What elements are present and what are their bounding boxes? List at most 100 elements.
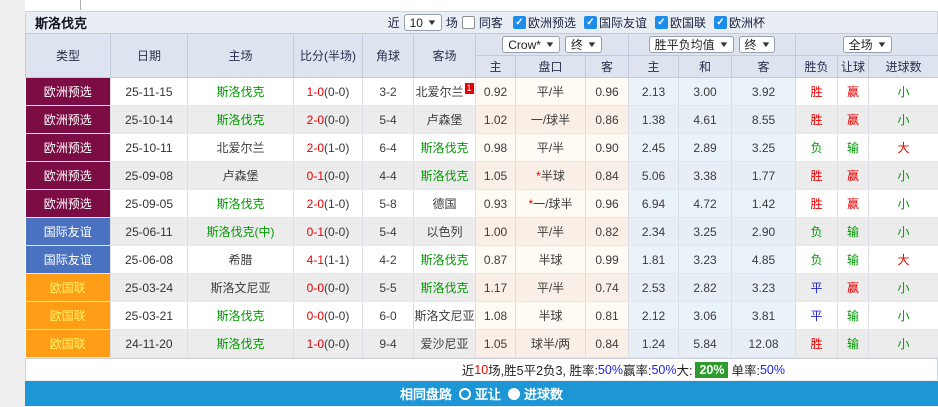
radio-unselected-icon[interactable] — [458, 387, 471, 400]
col-header-handicap: 盘口 — [515, 55, 586, 78]
asia-away-odds-cell: 0.82 — [585, 217, 630, 246]
match-date-cell: 25-11-15 — [110, 77, 188, 106]
col-header-result: 胜负 — [795, 55, 839, 78]
near-label: 近 — [387, 16, 400, 30]
col-header-type: 类型 — [25, 33, 111, 78]
asia-away-odds-cell: 0.81 — [585, 301, 630, 330]
euro-odds-time-select[interactable]: 终 ▼ — [738, 36, 776, 53]
euro-home-odds-cell: 1.38 — [628, 105, 680, 134]
rank-badge: 1 — [464, 83, 474, 94]
result-cell: 胜 — [795, 189, 839, 218]
radio-selected-icon[interactable] — [508, 387, 520, 400]
bookmaker-select[interactable]: Crow* ▼ — [502, 36, 560, 53]
match-history-table: 类型 日期 主场 比分(半场) 角球 客场 Crow* ▼ 终 ▼ 胜平负均值 … — [25, 33, 938, 358]
away-team-name: 卢森堡 — [426, 113, 463, 127]
euro-away-odds-cell: 3.25 — [731, 133, 797, 162]
goals-result-cell: 小 — [868, 105, 938, 134]
table-row: 欧国联 25-03-24 斯洛文尼亚 0-0(0-0) 5-5 斯洛伐克 1.17 平/半 0.… — [25, 273, 938, 302]
euro-away-odds-cell: 3.92 — [731, 77, 797, 106]
col-header-euro-draw: 和 — [678, 55, 733, 78]
handicap-cell: *一/球半 — [515, 189, 586, 218]
col-header-goals: 进球数 — [868, 55, 938, 78]
match-type-cell: 欧国联 — [25, 329, 111, 358]
asia-away-odds-cell: 0.90 — [585, 133, 630, 162]
match-date-cell: 24-11-20 — [110, 329, 188, 358]
match-count-select[interactable]: 10 ▼ — [403, 14, 442, 31]
competition-checkbox[interactable]: ✓ — [654, 16, 668, 29]
euro-home-odds-cell: 5.06 — [628, 161, 680, 190]
match-date-cell: 25-06-11 — [110, 217, 188, 246]
match-date-cell: 25-10-14 — [110, 105, 188, 134]
handicap-cell: 半球 — [515, 301, 586, 330]
match-type-cell: 欧洲预选 — [25, 133, 111, 162]
home-team-name: 斯洛伐克 — [216, 113, 265, 127]
table-row: 欧洲预选 25-10-14 斯洛伐克 2-0(0-0) 5-4 卢森堡 1.02 一/球半 0.… — [25, 105, 938, 134]
col-header-euro-home: 主 — [628, 55, 680, 78]
summary-text: 单率: — [731, 364, 760, 378]
competition-label: 国际友谊 — [598, 16, 647, 30]
match-type-cell: 欧洲预选 — [25, 189, 111, 218]
result-cell: 负 — [795, 217, 839, 246]
competition-checkbox[interactable]: ✓ — [713, 16, 727, 29]
bottom-bar-options: 亚让 进球数 — [458, 384, 563, 403]
scope-select[interactable]: 全场 ▼ — [842, 36, 892, 53]
bottom-option-label[interactable]: 进球数 — [524, 384, 563, 403]
asia-home-odds-cell: 0.92 — [475, 77, 516, 106]
competition-checkbox[interactable]: ✓ — [512, 16, 526, 29]
filter-controls: 近 10 ▼ 场 同客 ✓ 欧洲预选 ✓ 国际友谊 ✓ 欧国联 ✓ 欧洲杯 — [388, 14, 771, 31]
result-cell: 胜 — [795, 161, 839, 190]
asia-away-odds-cell: 0.96 — [585, 189, 630, 218]
asia-home-odds-cell: 1.08 — [475, 301, 516, 330]
home-team-cell: 斯洛伐克(中) — [187, 217, 294, 246]
competition-label: 欧国联 — [669, 16, 706, 30]
home-team-cell: 斯洛伐克 — [187, 105, 294, 134]
euro-home-odds-cell: 1.81 — [628, 245, 680, 274]
competition-checkbox[interactable]: ✓ — [583, 16, 597, 29]
spread-result-cell: 赢 — [837, 161, 870, 190]
score-cell: 1-0(0-0) — [293, 329, 363, 358]
goals-result-cell: 大 — [868, 133, 938, 162]
handicap-cell: 平/半 — [515, 273, 586, 302]
away-team-cell: 斯洛伐克 — [413, 161, 476, 190]
corner-cell: 5-4 — [362, 217, 414, 246]
col-header-corner: 角球 — [362, 33, 414, 78]
away-team-cell: 斯洛伐克 — [413, 245, 476, 274]
euro-home-odds-cell: 2.53 — [628, 273, 680, 302]
result-cell: 负 — [795, 133, 839, 162]
match-type-cell: 欧洲预选 — [25, 161, 111, 190]
asia-odds-time-select[interactable]: 终 ▼ — [564, 36, 602, 53]
handicap-cell: 半球 — [515, 245, 586, 274]
table-row: 欧洲预选 25-11-15 斯洛伐克 1-0(0-0) 3-2 北爱尔兰 1 0.92 平/半 0… — [25, 77, 938, 106]
spread-result-cell: 输 — [837, 245, 870, 274]
euro-home-odds-cell: 2.13 — [628, 77, 680, 106]
home-team-name: 斯洛伐克 — [216, 337, 265, 351]
spread-result-cell: 赢 — [837, 77, 870, 106]
corner-cell: 5-5 — [362, 273, 414, 302]
goals-result-cell: 小 — [868, 161, 938, 190]
match-type-cell: 国际友谊 — [25, 217, 111, 246]
table-row: 欧国联 24-11-20 斯洛伐克 1-0(0-0) 9-4 爱沙尼亚 1.05 球半/两 0.… — [25, 329, 938, 358]
goals-result-cell: 大 — [868, 245, 938, 274]
goals-result-cell: 小 — [868, 217, 938, 246]
chevron-down-icon: ▼ — [875, 39, 888, 49]
result-cell: 胜 — [795, 329, 839, 358]
home-team-name: 斯洛文尼亚 — [210, 281, 271, 295]
away-team-cell: 德国 — [413, 189, 476, 218]
chevron-down-icon: ▼ — [544, 39, 556, 49]
scope-select-value: 全场 — [848, 38, 873, 52]
spread-result-cell: 赢 — [837, 189, 870, 218]
result-cell: 平 — [795, 273, 839, 302]
same-away-label: 同客 — [478, 16, 503, 30]
euro-odds-type-select[interactable]: 胜平负均值 ▼ — [648, 36, 734, 53]
table-row: 欧国联 25-03-21 斯洛伐克 0-0(0-0) 6-0 斯洛文尼亚 1.08 半球 0.8… — [25, 301, 938, 330]
bottom-option-label[interactable]: 亚让 — [475, 384, 501, 403]
corner-cell: 5-8 — [362, 189, 414, 218]
team-title: 斯洛伐克 — [35, 16, 88, 31]
chevron-down-icon: ▼ — [718, 39, 730, 49]
match-table-body: 欧洲预选 25-11-15 斯洛伐克 1-0(0-0) 3-2 北爱尔兰 1 0.92 平/半 0… — [25, 77, 938, 358]
asia-away-odds-cell: 0.96 — [585, 77, 630, 106]
bottom-bar-title: 相同盘路 — [399, 387, 452, 402]
line-changed-star: * — [528, 197, 534, 211]
home-team-name: 卢森堡 — [222, 169, 259, 183]
same-away-checkbox[interactable] — [461, 16, 475, 29]
